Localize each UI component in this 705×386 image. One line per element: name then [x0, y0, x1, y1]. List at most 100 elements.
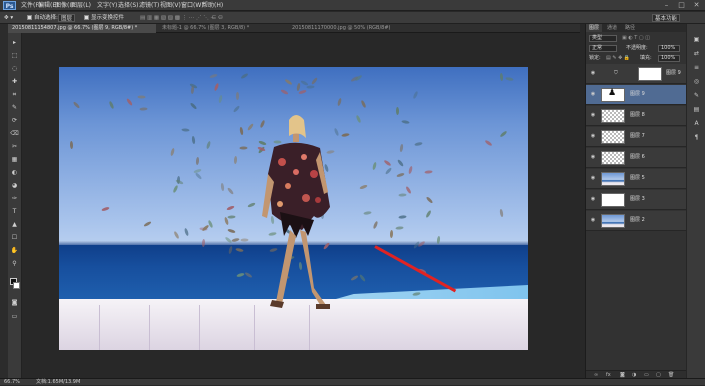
layer-thumbnail	[638, 67, 662, 81]
pen-tool-icon[interactable]: ✑	[10, 195, 19, 203]
menu-help[interactable]: 帮助(H)	[202, 0, 223, 11]
layer-kind-filter[interactable]: 类型	[589, 35, 617, 42]
brush-tool-icon[interactable]: ⌫	[10, 130, 19, 138]
visibility-eye-icon[interactable]: ◉	[590, 91, 596, 97]
workspace-dropdown[interactable]: 基本功能	[652, 14, 681, 22]
menu-select[interactable]: 选择(S)	[118, 0, 139, 11]
close-button[interactable]: ✕	[690, 1, 703, 10]
leaf-shape	[311, 76, 319, 86]
leaf-shape	[189, 101, 198, 110]
visibility-eye-icon[interactable]: ◉	[590, 133, 596, 139]
eyedropper-tool-icon[interactable]: ✎	[10, 104, 19, 112]
visibility-eye-icon[interactable]: ◉	[590, 70, 596, 76]
filter-icons[interactable]: ▣ ◐ T ▢ ◫	[622, 35, 650, 42]
auto-select-dropdown[interactable]: 图层	[58, 14, 76, 22]
new-layer-icon[interactable]: ▢	[656, 371, 661, 379]
visibility-eye-icon[interactable]: ◉	[590, 196, 596, 202]
leaf-shape	[284, 78, 293, 86]
quick-mask-icon[interactable]: ◙	[10, 299, 19, 307]
auto-select-checkbox[interactable]: 自动选择:	[27, 14, 58, 22]
menu-view[interactable]: 视图(V)	[160, 0, 181, 11]
clone-stamp-tool-icon[interactable]: ✂	[10, 143, 19, 151]
tab-document-2[interactable]: 未标题-1 @ 66.7% (图层 3, RGB/8) *	[158, 24, 286, 33]
opacity-input[interactable]: 100%	[658, 45, 680, 52]
path-select-tool-icon[interactable]: ▲	[10, 221, 19, 229]
swatches-icon[interactable]: ▤	[692, 106, 701, 114]
link-icon[interactable]: ∞	[594, 371, 598, 379]
adjustment-layer-icon[interactable]: ◑	[632, 371, 636, 379]
tab-document-1[interactable]: 20150811154807.jpg @ 66.7% (图层 9, RGB/8#…	[8, 24, 156, 33]
visibility-eye-icon[interactable]: ◉	[590, 175, 596, 181]
visibility-eye-icon[interactable]: ◉	[590, 217, 596, 223]
shape-tool-icon[interactable]: ☐	[10, 234, 19, 242]
paragraph-icon[interactable]: ¶	[692, 134, 701, 142]
fill-input[interactable]: 100%	[658, 55, 680, 62]
leaf-shape	[213, 82, 220, 91]
brush-icon[interactable]: ✎	[692, 92, 701, 100]
history-icon[interactable]: ▣	[692, 36, 701, 44]
show-transform-checkbox[interactable]: 显示变换控件	[84, 14, 124, 22]
character-icon[interactable]: A	[692, 120, 701, 128]
visibility-eye-icon[interactable]: ◉	[590, 112, 596, 118]
layer-row[interactable]: ◉ 图层 7	[586, 127, 686, 147]
layer-row[interactable]: ◉ 图层 3	[586, 190, 686, 210]
lock-icons[interactable]: ▤ ✎ ✥ 🔒	[606, 55, 630, 62]
align-icons[interactable]: ▤ ▥ ▦ ▧ ▨ ▩ ⋮ ⋯ ⋰ ⋱ ⋲ ⋳	[140, 14, 223, 22]
folder-icon[interactable]: ▭	[644, 371, 649, 379]
swap-icon[interactable]: ⇄	[692, 50, 701, 58]
lasso-tool-icon[interactable]: ◌	[10, 65, 19, 73]
leaf-shape	[359, 183, 368, 190]
adjustments-icon[interactable]: ◎	[692, 78, 701, 86]
zoom-tool-icon[interactable]: ⚲	[10, 260, 19, 268]
leaf-shape	[236, 91, 240, 100]
properties-icon[interactable]: ≡	[692, 64, 701, 72]
history-brush-tool-icon[interactable]: ▦	[10, 156, 19, 164]
document-canvas[interactable]	[59, 67, 528, 350]
leaf-shape	[227, 215, 236, 219]
move-tool-icon[interactable]: ▸	[10, 39, 19, 47]
maximize-button[interactable]: □	[675, 1, 688, 10]
tab-layers[interactable]: 图层	[586, 24, 603, 32]
trash-icon[interactable]: 🗑	[668, 371, 674, 379]
quick-select-tool-icon[interactable]: ✚	[10, 78, 19, 86]
tab-channels[interactable]: 通道	[604, 24, 620, 32]
opacity-label: 不透明度:	[626, 45, 648, 51]
layer-row-selected[interactable]: ◉ ♟ 图层 9	[586, 85, 686, 105]
menu-type[interactable]: 文字(Y)	[97, 0, 117, 11]
layer-row[interactable]: ◉ 图层 8	[586, 106, 686, 126]
layer-row[interactable]: ◉ 图层 2	[586, 211, 686, 231]
background-color-swatch[interactable]	[13, 282, 20, 289]
menu-bar: Ps 文件(F) 编辑(E) 图像(I) 图层(L) 文字(Y) 选择(S) 滤…	[0, 0, 705, 11]
leaf-shape	[139, 106, 148, 111]
menu-filter[interactable]: 滤镜(T)	[139, 0, 159, 11]
blend-mode-dropdown[interactable]: 正常	[589, 45, 617, 52]
leaf-shape	[220, 182, 225, 191]
crop-tool-icon[interactable]: ⌗	[10, 91, 19, 99]
hand-tool-icon[interactable]: ✋	[10, 247, 19, 255]
healing-tool-icon[interactable]: ⟳	[10, 117, 19, 125]
tab-paths[interactable]: 路径	[622, 24, 638, 32]
leaf-shape	[233, 104, 241, 113]
layer-row[interactable]: ◉ 图层 5	[586, 169, 686, 189]
leaf-shape	[240, 72, 249, 80]
screen-mode-icon[interactable]: ▭	[10, 313, 19, 321]
type-tool-icon[interactable]: T	[10, 208, 19, 216]
mask-icon[interactable]: ◙	[620, 371, 625, 379]
menu-layer[interactable]: 图层(L)	[71, 0, 91, 11]
minimize-button[interactable]: –	[660, 1, 673, 10]
eraser-tool-icon[interactable]: ◐	[10, 169, 19, 177]
layer-row[interactable]: ◉ ⛉ 图层 9	[586, 64, 686, 84]
menu-window[interactable]: 窗口(W)	[181, 0, 204, 11]
leaf-shape	[355, 114, 362, 123]
fx-icon[interactable]: fx	[606, 371, 611, 379]
move-tool-icon[interactable]: ✥ ▾	[4, 14, 13, 22]
tab-document-3[interactable]: 20150811170000.jpg @ 50% (RGB/8#)	[288, 24, 428, 33]
gradient-tool-icon[interactable]: ◕	[10, 182, 19, 190]
layer-row[interactable]: ◉ 图层 6	[586, 148, 686, 168]
leaf-shape	[340, 132, 350, 138]
marquee-tool-icon[interactable]: ⬚	[10, 52, 19, 60]
leaf-shape	[206, 140, 212, 150]
visibility-eye-icon[interactable]: ◉	[590, 154, 596, 160]
checkbox-icon	[27, 15, 32, 20]
leaf-shape	[396, 172, 405, 178]
